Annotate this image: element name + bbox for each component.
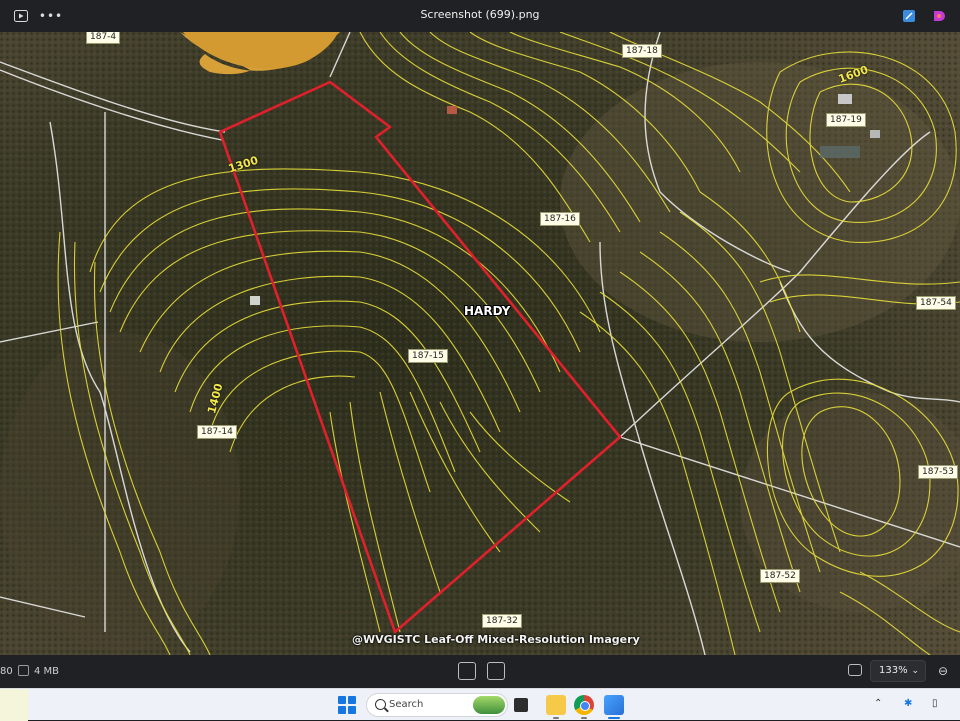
- map-image[interactable]: 187-4 187-18 187-19 187-16 187-54 187-15…: [0, 32, 960, 655]
- taskbar-search[interactable]: Search: [366, 693, 508, 717]
- search-icon: [375, 699, 386, 710]
- taskbar: Search ⌃ ✱ ▯: [0, 688, 960, 721]
- parcel-label: 187-18: [622, 44, 662, 58]
- photos-app-window: ••• Screenshot (699).png 187-4 187-18 18…: [0, 0, 960, 721]
- search-placeholder: Search: [389, 699, 424, 710]
- battery-icon[interactable]: ▯: [932, 698, 938, 709]
- active-indicator: [608, 717, 620, 719]
- zoom-value: 133%: [879, 665, 908, 676]
- parcel-label: 187-53: [918, 465, 958, 479]
- running-indicator: [581, 717, 587, 719]
- parcel-label: 187-54: [916, 296, 956, 310]
- zoom-select[interactable]: 133% ⌄: [870, 660, 926, 682]
- info-box-icon: [18, 665, 29, 676]
- running-indicator: [553, 717, 559, 719]
- image-dimensions: 80: [0, 666, 13, 677]
- widgets-icon[interactable]: [0, 689, 28, 721]
- photos-icon[interactable]: [604, 695, 624, 715]
- status-bar: 80 4 MB 133% ⌄ ⊖: [0, 655, 960, 688]
- text-scan-icon[interactable]: [487, 662, 505, 680]
- chrome-icon[interactable]: [574, 695, 594, 715]
- file-size: 4 MB: [34, 666, 60, 677]
- parcel-label: 187-52: [760, 569, 800, 583]
- start-icon[interactable]: [338, 696, 356, 714]
- parcel-label: 187-15: [408, 349, 448, 363]
- parcel-label: 187-4: [86, 32, 121, 44]
- task-view-icon[interactable]: [514, 698, 528, 712]
- bluetooth-icon[interactable]: ✱: [904, 698, 912, 709]
- zoom-out-icon[interactable]: ⊖: [938, 664, 948, 678]
- face-detect-icon[interactable]: [458, 662, 476, 680]
- parcel-label: 187-32: [482, 614, 522, 628]
- window-title: Screenshot (699).png: [420, 8, 540, 21]
- owner-label: HARDY: [464, 304, 511, 318]
- title-bar: ••• Screenshot (699).png: [0, 0, 960, 32]
- aerial-topo-map: [0, 32, 960, 655]
- designer-icon[interactable]: [928, 6, 950, 26]
- file-explorer-icon[interactable]: [546, 695, 566, 715]
- parcel-label: 187-19: [826, 113, 866, 127]
- parcel-label: 187-16: [540, 212, 580, 226]
- fit-to-window-icon[interactable]: [848, 664, 862, 676]
- parcel-label: 187-14: [197, 425, 237, 439]
- imagery-watermark: @WVGISTC Leaf-Off Mixed-Resolution Image…: [352, 633, 640, 646]
- system-tray: ⌃ ✱ ▯: [870, 689, 960, 721]
- chevron-down-icon: ⌄: [911, 666, 919, 676]
- edit-image-icon[interactable]: [898, 6, 920, 26]
- search-highlight-icon: [473, 696, 505, 714]
- chevron-up-icon[interactable]: ⌃: [874, 698, 882, 709]
